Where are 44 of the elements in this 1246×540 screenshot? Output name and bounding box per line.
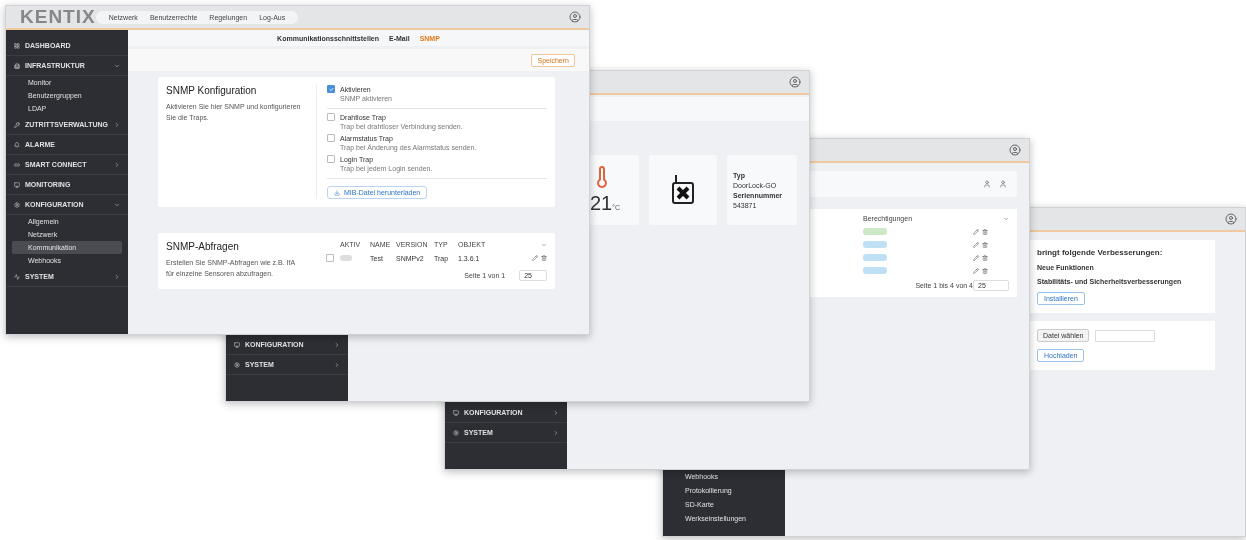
user-icon[interactable] bbox=[789, 76, 801, 88]
user-icon[interactable] bbox=[1009, 144, 1021, 156]
settings-icon bbox=[234, 361, 240, 368]
person-icon[interactable] bbox=[983, 180, 991, 188]
trash-icon[interactable] bbox=[982, 254, 988, 261]
file-field[interactable] bbox=[1095, 329, 1156, 342]
monitor-icon bbox=[453, 409, 459, 416]
card-title: SNMP Konfiguration bbox=[166, 85, 258, 96]
user-icon[interactable] bbox=[569, 11, 581, 23]
trash-icon[interactable] bbox=[541, 255, 547, 261]
checkbox[interactable] bbox=[327, 85, 335, 93]
update-heading: bringt folgende Verbesserungen: bbox=[1037, 248, 1164, 257]
chevron-icon bbox=[541, 241, 547, 248]
edit-icon[interactable] bbox=[973, 267, 979, 274]
edit-icon[interactable] bbox=[532, 255, 538, 261]
chevron-icon bbox=[1003, 215, 1009, 222]
edit-icon[interactable] bbox=[973, 254, 979, 261]
logo: KENTIX bbox=[20, 6, 96, 28]
monitor-icon bbox=[234, 341, 240, 348]
settings-icon bbox=[453, 429, 459, 436]
person-icon[interactable] bbox=[999, 180, 1007, 188]
key-icon bbox=[14, 121, 20, 128]
checkbox[interactable] bbox=[327, 155, 335, 163]
bell-icon bbox=[14, 141, 20, 148]
building-icon bbox=[14, 62, 20, 69]
trash-icon[interactable] bbox=[982, 267, 988, 274]
grid-icon bbox=[14, 42, 20, 49]
edit-icon[interactable] bbox=[973, 241, 979, 248]
user-icon[interactable] bbox=[1225, 213, 1237, 225]
checkbox[interactable] bbox=[326, 254, 334, 262]
checkbox[interactable] bbox=[327, 113, 335, 121]
trash-icon[interactable] bbox=[982, 241, 988, 248]
download-icon bbox=[334, 189, 340, 196]
device-drawing bbox=[670, 173, 696, 207]
checkbox[interactable] bbox=[327, 134, 335, 142]
activity-icon bbox=[14, 273, 20, 280]
monitor-icon bbox=[14, 181, 20, 188]
link-icon bbox=[14, 161, 20, 168]
edit-icon[interactable] bbox=[973, 228, 979, 235]
trash-icon[interactable] bbox=[982, 228, 988, 235]
settings-icon bbox=[14, 201, 20, 208]
toggle-switch[interactable] bbox=[340, 255, 352, 261]
temperature-value: 21 bbox=[590, 192, 613, 214]
card-title: SNMP-Abfragen bbox=[166, 241, 240, 252]
